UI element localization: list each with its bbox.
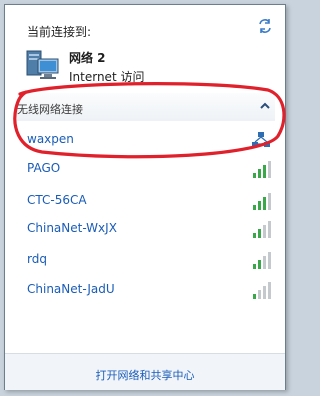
connection-status: Internet 访问 [69,70,145,84]
connection-name: 网络 2 [69,51,106,65]
footer: 打开网络和共享中心 [5,353,285,390]
network-sharing-center-link[interactable]: 打开网络和共享中心 [5,367,285,383]
network-name: PAGO [27,161,61,175]
network-name: CTC-56CA [27,193,87,207]
network-name: rdq [27,252,47,266]
network-name: ChinaNet-WxJX [27,221,117,235]
chevron-up-icon[interactable] [260,102,270,110]
signal-strength-icon [253,193,271,210]
signal-strength-icon [253,221,271,238]
header-title: 当前连接到: [27,25,92,39]
network-item-waxpen[interactable]: waxpen [17,128,275,154]
network-item-rdq[interactable]: rdq [17,248,275,274]
signal-strength-icon [253,161,271,178]
refresh-arrows-icon[interactable] [257,18,273,34]
wireless-section-label: 无线网络连接 [17,103,83,116]
network-item-ctc-56ca[interactable]: CTC-56CA [17,189,275,215]
network-item-pago[interactable]: PAGO [17,157,275,183]
network-name: waxpen [27,132,74,146]
network-item-chinanet-wxjx[interactable]: ChinaNet-WxJX [17,217,275,243]
network-flyout: 当前连接到: 网络 2 Internet 访问 无线网络连接 waxpen PA… [4,4,286,390]
network-name: ChinaNet-JadU [27,282,115,296]
connecting-network-icon [252,132,270,147]
signal-strength-icon [253,282,271,299]
network-item-chinanet-jadu[interactable]: ChinaNet-JadU [17,278,275,304]
network-computer-icon [26,50,59,79]
signal-strength-icon [253,252,271,269]
